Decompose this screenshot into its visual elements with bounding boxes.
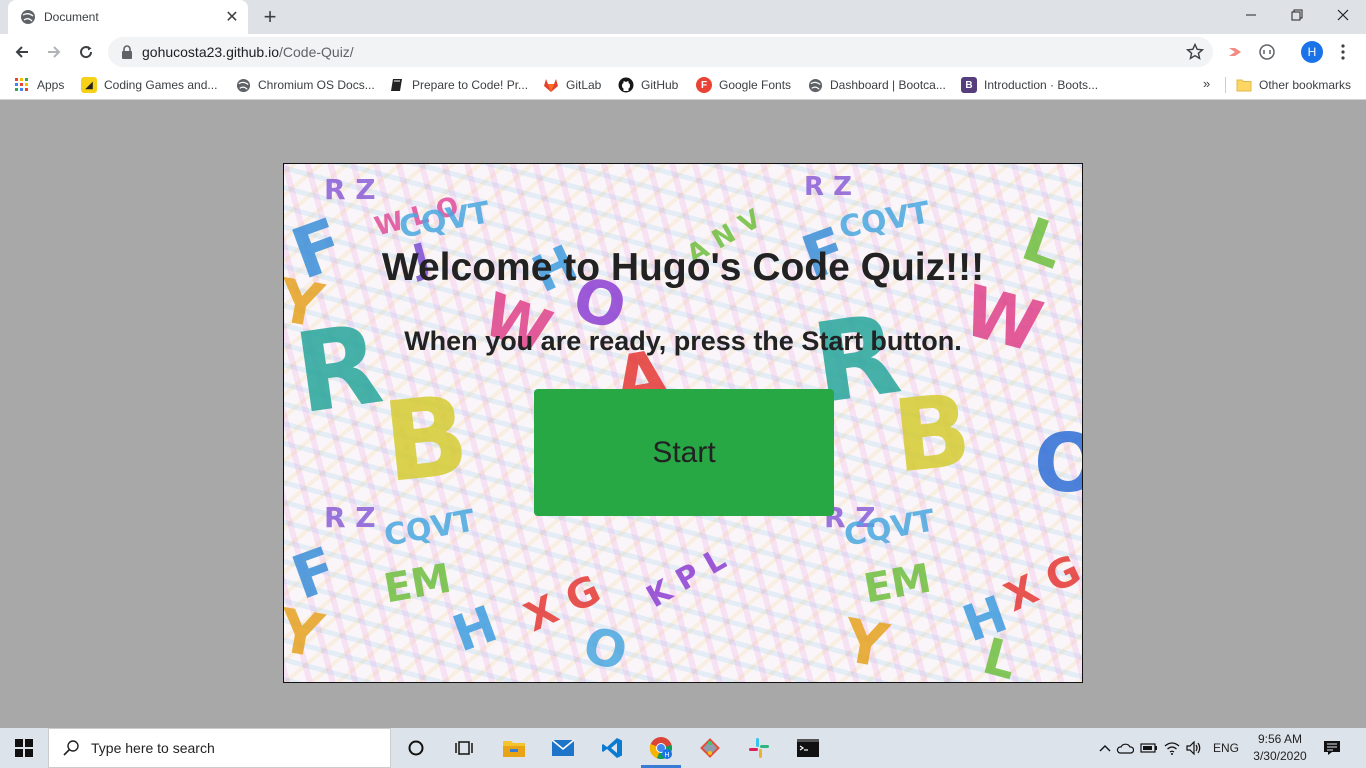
address-bar[interactable]: gohucosta23.github.io/Code-Quiz/ [108, 37, 1213, 67]
bookmark-prepare-to-code[interactable]: Prepare to Code! Pr... [389, 75, 528, 95]
onedrive-icon[interactable] [1113, 742, 1137, 754]
google-fonts-icon: F [696, 77, 712, 93]
bookmark-other[interactable]: Other bookmarks [1236, 75, 1351, 95]
bookmark-label: Dashboard | Bootca... [830, 78, 946, 92]
clock-date: 3/30/2020 [1253, 749, 1307, 763]
bookmark-github[interactable]: GitHub [618, 75, 678, 95]
tab-title: Document [44, 10, 99, 24]
bookmark-label: Coding Games and... [104, 78, 218, 92]
file-explorer-icon[interactable] [490, 728, 538, 768]
taskbar-clock[interactable]: 9:56 AM 3/30/2020 [1250, 731, 1310, 765]
svg-text:H: H [664, 752, 669, 759]
folder-icon [1236, 77, 1252, 93]
search-placeholder: Type here to search [91, 740, 215, 756]
windows-taskbar: Type here to search H ENG 9:56 AM 3/30/2… [0, 728, 1366, 768]
volume-icon[interactable] [1183, 741, 1205, 755]
bookmark-label: Prepare to Code! Pr... [412, 78, 529, 92]
task-view-icon[interactable] [440, 728, 488, 768]
url-host: gohucosta23.github.io [142, 44, 279, 60]
bookmark-chromium-docs[interactable]: Chromium OS Docs... [235, 75, 375, 95]
profile-avatar[interactable]: H [1301, 41, 1323, 63]
cortana-icon[interactable] [392, 728, 440, 768]
extension-arrow-icon[interactable] [1224, 41, 1246, 63]
battery-icon[interactable] [1137, 742, 1161, 754]
taskbar-search-box[interactable]: Type here to search [48, 728, 391, 768]
gitlab-icon [543, 77, 559, 93]
system-tray: ENG [1097, 728, 1239, 768]
start-button[interactable]: Start [534, 389, 834, 516]
vscode-icon[interactable] [588, 728, 636, 768]
kebab-menu-icon[interactable] [1332, 41, 1354, 63]
wifi-icon[interactable] [1161, 741, 1183, 755]
globe-icon [807, 77, 823, 93]
lock-icon[interactable] [120, 45, 134, 59]
more-bookmarks-chevron[interactable]: » [1203, 76, 1210, 91]
minimize-button[interactable] [1228, 0, 1274, 30]
chevron-up-icon[interactable] [1097, 744, 1113, 752]
bookmarks-bar: Apps ◢ Coding Games and... Chromium OS D… [0, 71, 1366, 100]
coding-games-icon: ◢ [81, 77, 97, 93]
quiz-stage: F R Z W L O CQVT Y J R B W H O A A N V R… [283, 163, 1083, 683]
tab-strip: Document ✕ + [0, 0, 1366, 34]
tab-document[interactable]: Document ✕ [8, 0, 248, 34]
reload-button[interactable] [72, 38, 100, 66]
close-window-button[interactable] [1320, 0, 1366, 30]
new-tab-button[interactable]: + [258, 4, 282, 29]
bookmark-label: GitHub [641, 78, 679, 92]
github-icon [618, 77, 634, 93]
extension-circle-icon[interactable] [1256, 41, 1278, 63]
bookmark-google-fonts[interactable]: F Google Fonts [696, 75, 791, 95]
apps-grid-icon [14, 77, 30, 93]
url-path: /Code-Quiz/ [279, 44, 354, 60]
bookmark-bootstrap-intro[interactable]: B Introduction · Boots... [961, 75, 1098, 95]
bookmark-label: Introduction · Boots... [984, 78, 1099, 92]
restore-button[interactable] [1274, 0, 1320, 30]
bookmark-gitlab[interactable]: GitLab [543, 75, 601, 95]
close-tab-icon[interactable]: ✕ [222, 7, 242, 27]
forward-button[interactable] [40, 38, 68, 66]
bootstrap-icon: B [961, 77, 977, 93]
slack-icon[interactable] [735, 728, 783, 768]
url-text: gohucosta23.github.io/Code-Quiz/ [142, 44, 354, 60]
bookmark-separator [1225, 77, 1226, 93]
bookmark-star-icon[interactable] [1185, 42, 1205, 62]
bookmark-label: Google Fonts [719, 78, 792, 92]
book-icon [389, 77, 405, 93]
chrome-icon[interactable]: H [637, 728, 685, 768]
language-indicator[interactable]: ENG [1213, 741, 1239, 755]
bookmark-label: Chromium OS Docs... [258, 78, 375, 92]
clock-time: 9:56 AM [1257, 732, 1303, 746]
mail-icon[interactable] [539, 728, 587, 768]
search-icon [63, 740, 79, 756]
page-subtitle: When you are ready, press the Start butt… [404, 326, 962, 356]
back-button[interactable] [8, 38, 36, 66]
page-title: Welcome to Hugo's Code Quiz!!! [381, 246, 985, 289]
bookmark-label: GitLab [566, 78, 602, 92]
globe-icon [235, 77, 251, 93]
notifications-icon[interactable] [1310, 728, 1354, 768]
bookmark-label: Other bookmarks [1259, 78, 1352, 92]
bookmark-coding-games[interactable]: ◢ Coding Games and... [81, 75, 217, 95]
bookmark-label: Apps [37, 78, 65, 92]
windows-start-button[interactable] [0, 728, 48, 768]
terminal-icon[interactable] [784, 728, 832, 768]
sourcetree-icon[interactable] [686, 728, 734, 768]
bookmark-apps[interactable]: Apps [14, 75, 64, 95]
browser-toolbar: gohucosta23.github.io/Code-Quiz/ H [0, 34, 1366, 71]
globe-icon [20, 9, 36, 25]
bookmark-dashboard-bootcamp[interactable]: Dashboard | Bootca... [807, 75, 946, 95]
